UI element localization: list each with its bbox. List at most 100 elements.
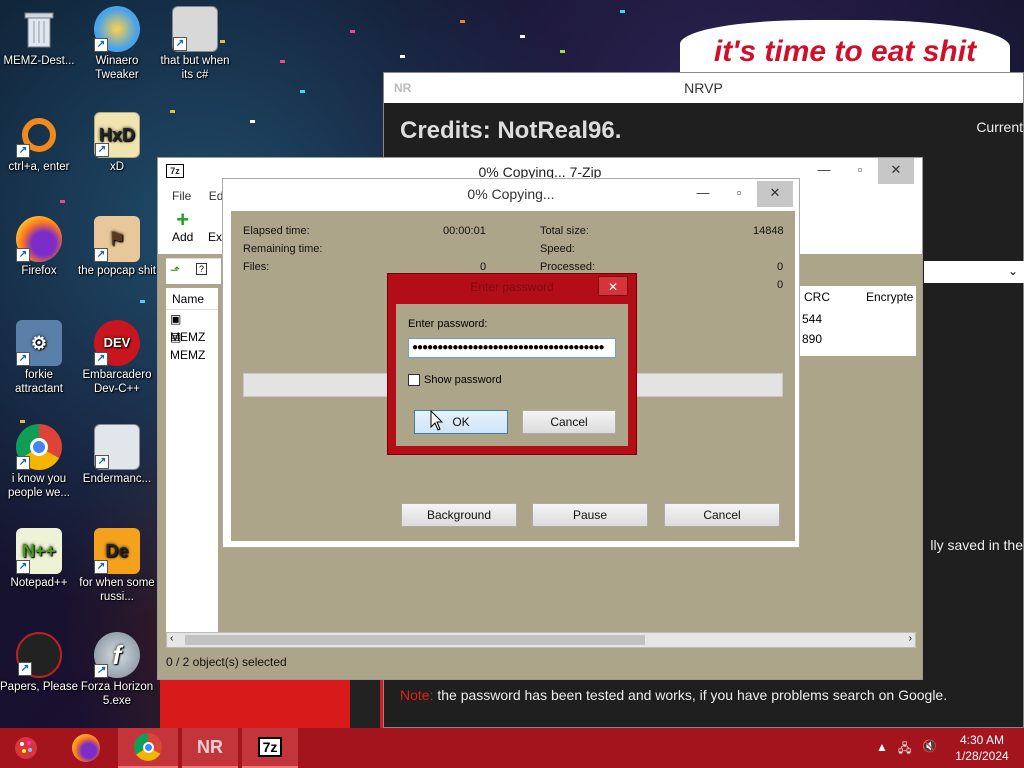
nrvp-dropdown[interactable]: ⌄ [924, 261, 1024, 283]
firefox-icon [72, 734, 100, 762]
menu-file[interactable]: File [172, 189, 191, 203]
desktop-icon-chrome[interactable]: ↗ i know you people we... [0, 424, 78, 500]
desktop-icon-label: Endermanc... [82, 473, 152, 485]
copy-title: 0% Copying... [467, 186, 555, 202]
devcpp-icon: DEV ↗ [94, 320, 140, 366]
horizontal-scrollbar[interactable]: ‹ › [166, 632, 916, 648]
start-button[interactable] [0, 728, 52, 768]
note-body: the password has been tested and works, … [437, 687, 948, 703]
ok-button[interactable]: OK [414, 410, 508, 434]
cancel-button[interactable]: Cancel [522, 410, 616, 434]
status-bar: 0 / 2 object(s) selected [166, 655, 287, 669]
close-button[interactable]: ✕ [598, 276, 628, 296]
clock[interactable]: 4:30 AM 1/28/2024 [950, 732, 1014, 764]
add-button[interactable]: + Add [172, 207, 193, 245]
desktop-icon-de[interactable]: De ↗ for when some russi... [78, 528, 156, 604]
desktop-icon-forza[interactable]: f ↗ Forza Horizon 5.exe [78, 632, 156, 708]
credits-heading: Credits: NotReal96. [400, 117, 622, 144]
password-title: Enter password [470, 280, 554, 294]
copy-window-controls: — ▫ ✕ [685, 181, 793, 207]
total-size-label: Total size: [540, 225, 589, 237]
remaining-label: Remaining time: [243, 243, 323, 255]
hxd-icon: HxD ↗ [94, 112, 140, 158]
zip-navbar: ⬏ ? [166, 258, 221, 284]
desktop-icon-label: that but when its c# [160, 55, 230, 81]
minimize-button[interactable]: — [806, 158, 842, 184]
desktop-icon-memz[interactable]: MEMZ-Dest... [0, 6, 78, 68]
copy-titlebar[interactable]: 0% Copying... — ▫ ✕ [223, 179, 799, 209]
cancel-copy-button[interactable]: Cancel [664, 503, 780, 527]
app-window-icon: ↗ [172, 6, 218, 52]
list-right-columns: CRC Encrypte 544 890 [798, 286, 916, 356]
taskbar-chrome[interactable] [118, 728, 178, 768]
desktop-icon-notepadpp[interactable]: N++ ↗ Notepad++ [0, 528, 78, 590]
scrollbar-thumb[interactable] [185, 635, 645, 645]
desktop-icon-label: ctrl+a, enter [8, 161, 70, 173]
desktop-icon-winaero[interactable]: ↗ Winaero Tweaker [78, 6, 156, 82]
volume-muted-icon[interactable]: 🔇 [922, 739, 937, 753]
table-row[interactable]: ▣ MEMZ [166, 310, 218, 344]
show-password-checkbox[interactable] [408, 374, 420, 386]
taskbar-7zip[interactable]: 7z [242, 728, 298, 768]
desktop-icon-xd[interactable]: HxD ↗ xD [78, 112, 156, 174]
close-button[interactable]: ✕ [878, 158, 914, 184]
files-label: Files: [243, 261, 270, 273]
note-label: Note: [400, 687, 434, 703]
show-hidden-icons[interactable]: ▲ [876, 740, 888, 754]
clock-date: 1/28/2024 [955, 749, 1009, 763]
desktop-icon-label: forkie attractant [15, 369, 63, 395]
network-icon[interactable]: 🖧 [898, 739, 911, 760]
desktop-icon-popcap[interactable]: ⚑ ↗ the popcap shit [78, 216, 156, 278]
close-button[interactable]: ✕ [757, 181, 793, 207]
desktop-icon-label: for when some russi... [79, 577, 155, 603]
mouse-cursor-icon [430, 410, 444, 431]
scroll-left-icon[interactable]: ‹ [170, 633, 173, 644]
plus-icon: + [176, 207, 190, 232]
desktop-icon-label: Papers, Please [0, 681, 78, 693]
desktop-icon-papers-please[interactable]: ↗ Papers, Please [0, 632, 78, 694]
taskbar-nrvp[interactable]: NR [182, 728, 238, 768]
password-dialog[interactable]: Enter password ✕ Enter password: ●●●●●●●… [387, 273, 637, 455]
column-encrypted[interactable]: Encrypte [866, 290, 913, 304]
de-icon: De ↗ [94, 528, 140, 574]
scroll-right-icon[interactable]: › [909, 633, 912, 644]
file-icon: ▤ [170, 330, 182, 344]
popcap-icon: ⚑ ↗ [94, 216, 140, 262]
show-password-label: Show password [424, 374, 502, 386]
desktop-icon-label: Embarcadero Dev-C++ [82, 369, 152, 395]
notepadpp-icon: N++ ↗ [16, 528, 62, 574]
desktop-icon-enderman[interactable]: ↗ Endermanc... [78, 424, 156, 486]
browse-icon[interactable]: ? [196, 263, 208, 275]
saved-text: lly saved in the [930, 537, 1023, 553]
row-crc: 890 [802, 332, 823, 346]
desktop-icon-devcpp[interactable]: DEV ↗ Embarcadero Dev-C++ [78, 320, 156, 396]
desktop-icon-firefox[interactable]: ↗ Firefox [0, 216, 78, 278]
nrvp-titlebar[interactable]: NR NRVP [384, 73, 1023, 103]
taskbar: NR 7z ▲ 🖧 🔇 4:30 AM 1/28/2024 [0, 728, 1024, 768]
firefox-icon: ↗ [16, 216, 62, 262]
speed-label: Speed: [540, 243, 575, 255]
desktop-icon-ctrla[interactable]: ↗ ctrl+a, enter [0, 112, 78, 174]
column-name[interactable]: Name [166, 288, 218, 310]
minimize-button[interactable]: — [685, 181, 721, 207]
password-input[interactable]: ●●●●●●●●●●●●●●●●●●●●●●●●●●●●●●●●●●●●●● [408, 338, 616, 358]
elapsed-value: 00:00:01 [443, 225, 486, 237]
background-button[interactable]: Background [401, 503, 517, 527]
maximize-button[interactable]: ▫ [842, 158, 878, 184]
taskbar-firefox[interactable] [58, 728, 114, 768]
desktop-icon-forkie[interactable]: ⚙ ↗ forkie attractant [0, 320, 78, 396]
7zip-logo-icon: 7z [166, 164, 184, 178]
pause-button[interactable]: Pause [532, 503, 648, 527]
row-name: MEMZ [170, 348, 206, 362]
password-prompt: Enter password: [408, 318, 488, 330]
desktop-icon-csharp[interactable]: ↗ that but when its c# [156, 6, 234, 82]
password-titlebar[interactable]: Enter password ✕ [388, 274, 636, 300]
up-folder-icon[interactable]: ⬏ [170, 263, 180, 277]
speech-banner: it's time to eat shit [680, 20, 1010, 80]
desktop-icon-label: Firefox [21, 265, 57, 277]
file-list[interactable]: Name ▣ MEMZ ▤ MEMZ [166, 288, 218, 638]
column-crc[interactable]: CRC [804, 290, 830, 304]
chevron-down-icon: ⌄ [1007, 264, 1018, 278]
maximize-button[interactable]: ▫ [721, 181, 757, 207]
file-icon: ▣ [170, 312, 182, 326]
